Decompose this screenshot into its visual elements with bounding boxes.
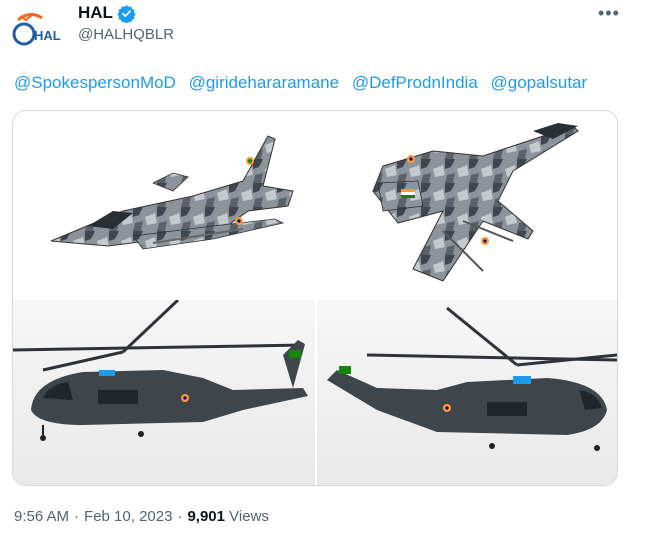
- tweet-time[interactable]: 9:56 AM: [14, 508, 69, 525]
- more-horizontal-icon[interactable]: •••: [598, 3, 620, 24]
- tweet-header: HAL HAL @HALHQBLR •••: [0, 0, 650, 60]
- author-display-name[interactable]: HAL: [78, 3, 113, 23]
- media-image-helicopter-left[interactable]: [13, 298, 315, 485]
- tweet-date[interactable]: Feb 10, 2023: [84, 508, 172, 525]
- author-name-row: HAL: [78, 3, 136, 24]
- mention-link[interactable]: @DefProdnIndia: [352, 73, 478, 92]
- meta-separator: ·: [74, 508, 80, 525]
- helicopter-left: [13, 298, 308, 441]
- tweet-text: @SpokespersonMoD @giridehararamane @DefP…: [14, 73, 595, 93]
- media-grid: [12, 110, 618, 486]
- media-image-helicopter-right[interactable]: [317, 300, 617, 485]
- avatar-text: HAL: [34, 28, 61, 43]
- meta-separator: ·: [177, 508, 183, 525]
- tweet-meta: 9:56 AM · Feb 10, 2023 · 9,901 Views: [14, 508, 269, 525]
- mention-link[interactable]: @gopalsutar: [491, 73, 588, 92]
- fighter-jet-top: [372, 123, 579, 282]
- views-label: Views: [229, 508, 269, 525]
- fighter-jet-side: [50, 135, 294, 250]
- verified-badge-icon: [117, 4, 136, 24]
- mention-link[interactable]: @SpokespersonMoD: [14, 73, 176, 92]
- media-image-jets[interactable]: [13, 111, 617, 298]
- avatar[interactable]: HAL: [12, 8, 64, 48]
- mention-link[interactable]: @giridehararamane: [189, 73, 340, 92]
- author-handle[interactable]: @HALHQBLR: [78, 26, 174, 43]
- helicopter-right: [327, 306, 617, 451]
- views-count: 9,901: [187, 508, 225, 525]
